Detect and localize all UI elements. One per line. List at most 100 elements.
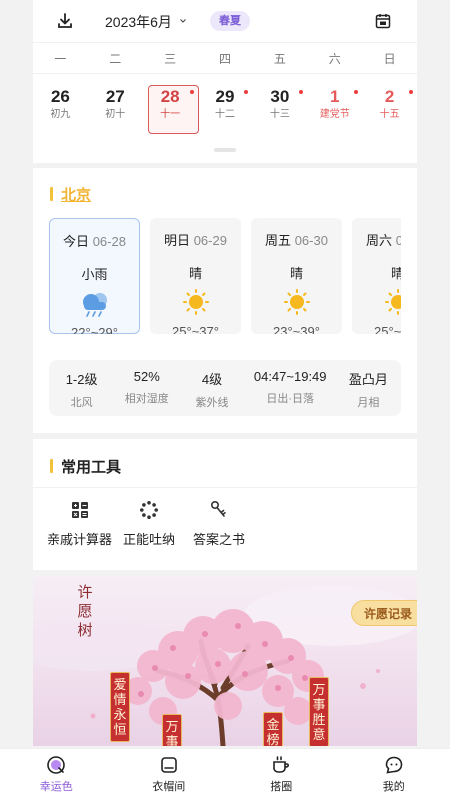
stat-label: 月相 (357, 397, 380, 409)
day-row: 26 初九 27 初十 28 十一 29 十二 30 十三 1 建党节 2 十五 (33, 85, 417, 134)
day-cell[interactable]: 26 初九 (33, 86, 88, 134)
weekday-label: 四 (219, 52, 232, 66)
day-cell[interactable]: 1 建党节 (307, 86, 362, 134)
download-icon[interactable] (56, 12, 74, 30)
stat-label: 相对湿度 (124, 393, 169, 405)
forecast-date: 06-28 (92, 234, 126, 249)
calendar-card: 2023年6月 春夏 一 二 三 四 五 六 日 26 初九 27 初十 28 … (33, 0, 417, 163)
wish-record-button[interactable]: 许愿记录 (350, 600, 417, 626)
stat-uv: 4级 紫外线 (179, 360, 244, 416)
lunar-date: 十三 (269, 109, 290, 120)
forecast-scroller[interactable]: 今日 06-28 小雨 22°~29° 明日 06-29 晴 25°~37° 周… (49, 218, 401, 334)
calculator-icon (71, 502, 88, 518)
stat-humidity: 52% 相对湿度 (114, 360, 179, 416)
stat-label: 日出·日落 (266, 393, 315, 405)
forecast-day-label: 周五 06-30 (251, 230, 342, 249)
weekday-label: 三 (164, 52, 177, 66)
stat-value: 1-2级 (65, 372, 98, 387)
stat-label: 北风 (70, 397, 93, 409)
tools-card: 常用工具 亲戚计算器 正能吐纳 答案之书 (33, 439, 417, 570)
nav-lucky-color[interactable]: 幸运色 (0, 749, 113, 800)
lunar-date: 初九 (50, 109, 71, 120)
forecast-day[interactable]: 明日 06-29 晴 25°~37° (150, 218, 241, 334)
tool-breathing[interactable]: 正能吐纳 (123, 500, 175, 548)
tool-relative-calculator[interactable]: 亲戚计算器 (47, 500, 112, 548)
tools-title: 常用工具 (61, 459, 122, 476)
nav-label: 幸运色 (39, 781, 73, 793)
wish-tag[interactable]: 万事 (162, 714, 182, 746)
lunar-date: 十五 (379, 109, 400, 120)
day-cell[interactable]: 29 十二 (198, 86, 253, 134)
calendar-today-icon[interactable] (374, 12, 392, 30)
season-badge[interactable]: 春夏 (210, 11, 250, 31)
wish-tree-banner[interactable]: 许愿树 许愿记录 爱情永恒 万事 金榜 万事胜意 (33, 576, 417, 746)
chat-bubble-icon (385, 756, 403, 774)
calendar-header: 2023年6月 春夏 (33, 0, 417, 42)
tool-answer-book[interactable]: 答案之书 (193, 500, 245, 548)
tool-label: 答案之书 (193, 532, 246, 547)
forecast-date: 06-29 (193, 233, 227, 248)
day-number: 2 (384, 87, 395, 106)
sun-icon (384, 289, 401, 315)
stat-wind: 1-2级 北风 (49, 360, 114, 416)
forecast-day[interactable]: 今日 06-28 小雨 22°~29° (49, 218, 140, 334)
divider (33, 487, 417, 488)
sun-icon (283, 289, 310, 315)
weather-card: 北京 今日 06-28 小雨 22°~29° 明日 06-29 晴 25°~37… (33, 168, 417, 433)
forecast-temp: 25°~37° (374, 324, 401, 334)
weekday-label: 二 (109, 52, 122, 66)
forecast-desc: 小雨 (81, 267, 108, 282)
weather-stats: 1-2级 北风 52% 相对湿度 4级 紫外线 04:47~19:49 日出·日… (49, 360, 401, 416)
bottom-nav: 幸运色 衣帽间 搭圈 我的 (0, 748, 450, 800)
stat-value: 4级 (201, 372, 223, 387)
forecast-day-label: 今日 06-28 (50, 231, 139, 250)
rain-cloud-icon (82, 293, 107, 317)
lunar-date: 十一 (160, 109, 181, 120)
forecast-temp: 22°~29° (71, 325, 118, 334)
section-marker (50, 459, 53, 473)
stat-label: 紫外线 (195, 397, 229, 409)
city-name[interactable]: 北京 (61, 184, 91, 205)
coffee-cup-icon (273, 756, 290, 773)
nav-circle[interactable]: 搭圈 (225, 749, 338, 800)
weekday-label: 六 (328, 52, 341, 66)
wardrobe-icon (160, 757, 177, 773)
weekday-label: 一 (54, 52, 67, 66)
day-cell[interactable]: 30 十三 (252, 86, 307, 134)
forecast-temp: 23°~39° (273, 324, 320, 334)
day-number: 28 (160, 87, 180, 106)
forecast-date: 07-01 (395, 233, 401, 248)
month-selector[interactable]: 2023年6月 (105, 12, 187, 32)
stat-moon-phase: 盈凸月 月相 (336, 360, 401, 416)
tool-label: 亲戚计算器 (47, 532, 113, 547)
wish-tag[interactable]: 万事胜意 (309, 677, 329, 746)
wish-tag[interactable]: 爱情永恒 (110, 672, 130, 742)
day-cell[interactable]: 2 十五 (362, 86, 417, 134)
forecast-day-name: 周六 (366, 233, 393, 248)
nav-wardrobe[interactable]: 衣帽间 (113, 749, 226, 800)
nav-mine[interactable]: 我的 (338, 749, 450, 800)
forecast-day[interactable]: 周五 06-30 晴 23°~39° (251, 218, 342, 334)
tool-label: 正能吐纳 (123, 532, 176, 547)
stat-value: 04:47~19:49 (253, 369, 327, 384)
day-number: 26 (50, 87, 70, 106)
stat-value: 盈凸月 (348, 372, 388, 387)
forecast-temp: 25°~37° (172, 324, 219, 334)
wish-tree-title: 许愿树 (77, 584, 93, 639)
nav-label: 我的 (382, 781, 405, 793)
forecast-day-name: 周五 (265, 233, 292, 248)
forecast-desc: 晴 (390, 266, 401, 281)
expand-handle[interactable] (214, 148, 236, 152)
day-cell[interactable]: 27 初十 (88, 86, 143, 134)
stat-sunrise-sunset: 04:47~19:49 日出·日落 (245, 360, 336, 416)
stat-value: 52% (133, 369, 160, 384)
key-icon (210, 500, 226, 517)
forecast-day-name: 今日 (63, 234, 90, 249)
day-cell-selected[interactable]: 28 十一 (143, 85, 199, 134)
wish-tag[interactable]: 金榜 (263, 712, 283, 746)
day-number: 27 (105, 87, 125, 106)
nav-label: 衣帽间 (152, 781, 186, 793)
forecast-day[interactable]: 周六 07-01 晴 25°~37° (352, 218, 401, 334)
app-screen: 2023年6月 春夏 一 二 三 四 五 六 日 26 初九 27 初十 28 … (0, 0, 450, 800)
weekday-label: 日 (383, 52, 396, 66)
